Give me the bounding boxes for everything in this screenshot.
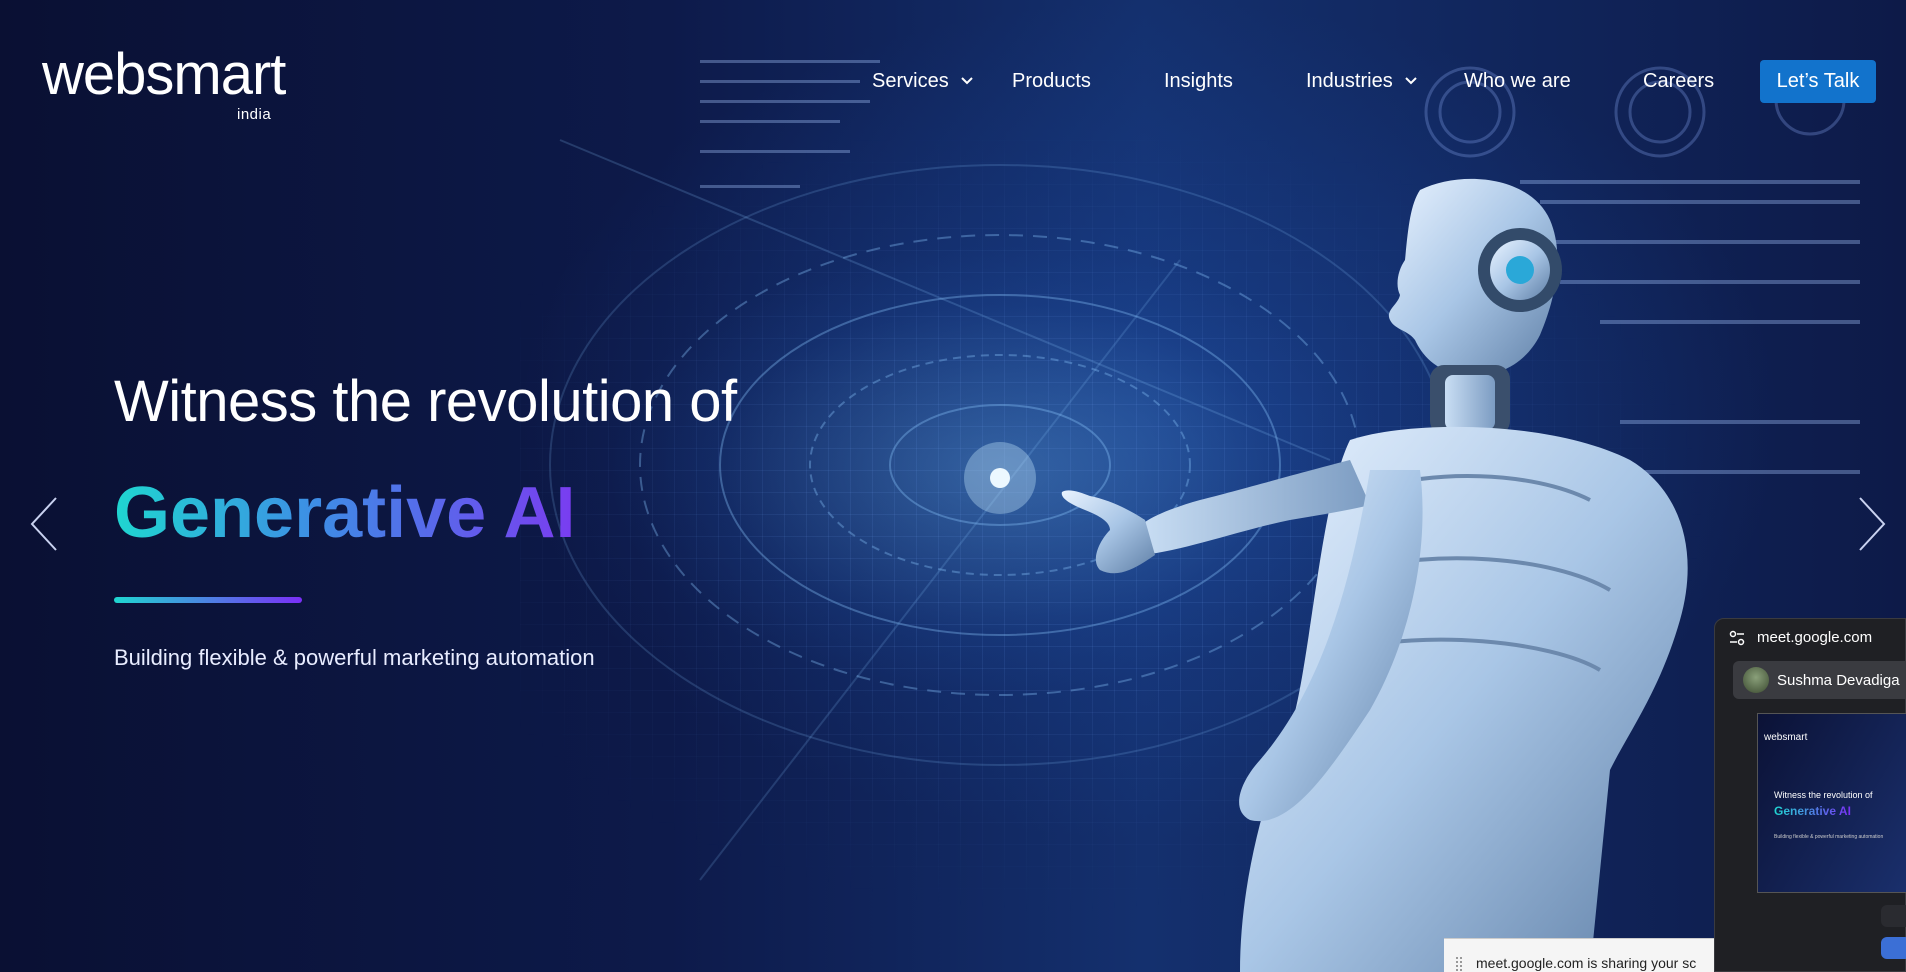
sharing-notice-text: meet.google.com is sharing your sc	[1476, 955, 1697, 971]
lets-talk-button[interactable]: Let’s Talk	[1760, 60, 1876, 103]
nav-label: Insights	[1164, 69, 1233, 92]
hero-subtext: Building flexible & powerful marketing a…	[114, 645, 595, 670]
hero-highlight: Generative AI	[114, 473, 576, 553]
chevron-left-icon[interactable]	[28, 494, 60, 554]
nav-label: Services	[872, 69, 949, 92]
preview-highlight: Generative AI	[1774, 804, 1851, 818]
brand-logo-subtitle: india	[237, 106, 272, 123]
nav-item-products[interactable]: Products	[1012, 66, 1091, 96]
robot-illustration	[1061, 178, 1688, 972]
meet-url-bar[interactable]: meet.google.com	[1729, 629, 1872, 646]
chevron-right-icon[interactable]	[1856, 494, 1888, 554]
preview-headline: Witness the revolution of	[1774, 790, 1873, 800]
site-settings-icon	[1729, 630, 1745, 645]
avatar	[1743, 667, 1769, 693]
preview-logo: websmart	[1764, 732, 1808, 743]
self-view-button[interactable]	[1881, 937, 1906, 959]
screen-share-preview[interactable]: websmart Witness the revolution of Gener…	[1757, 713, 1906, 893]
participant-name: Sushma Devadiga	[1777, 671, 1900, 689]
nav-label: Products	[1012, 69, 1091, 92]
main-navigation: Services Products Insights Industries Wh…	[0, 66, 1906, 96]
meet-popup: meet.google.com Sushma Devadiga websmart…	[1714, 618, 1906, 972]
sharing-notice-bar: meet.google.com is sharing your sc	[1444, 938, 1714, 972]
nav-item-careers[interactable]: Careers	[1643, 66, 1714, 96]
drag-handle-icon[interactable]	[1456, 957, 1462, 971]
participant-tile[interactable]: Sushma Devadiga	[1733, 661, 1906, 699]
chevron-down-icon	[960, 77, 973, 85]
camera-button[interactable]	[1881, 905, 1906, 927]
nav-label: Careers	[1643, 69, 1715, 92]
hero-underline	[114, 597, 302, 603]
nav-item-services[interactable]: Services	[872, 66, 975, 96]
nav-item-industries[interactable]: Industries	[1306, 66, 1419, 96]
nav-item-insights[interactable]: Insights	[1164, 66, 1233, 96]
meet-url-text: meet.google.com	[1757, 629, 1873, 646]
hero-headline: Witness the revolution of	[114, 369, 737, 434]
nav-item-who-we-are[interactable]: Who we are	[1464, 66, 1571, 96]
nav-label: Who we are	[1464, 69, 1571, 92]
preview-subtext: Building flexible & powerful marketing a…	[1774, 834, 1884, 840]
chevron-down-icon	[1405, 77, 1417, 85]
nav-label: Industries	[1306, 69, 1393, 92]
